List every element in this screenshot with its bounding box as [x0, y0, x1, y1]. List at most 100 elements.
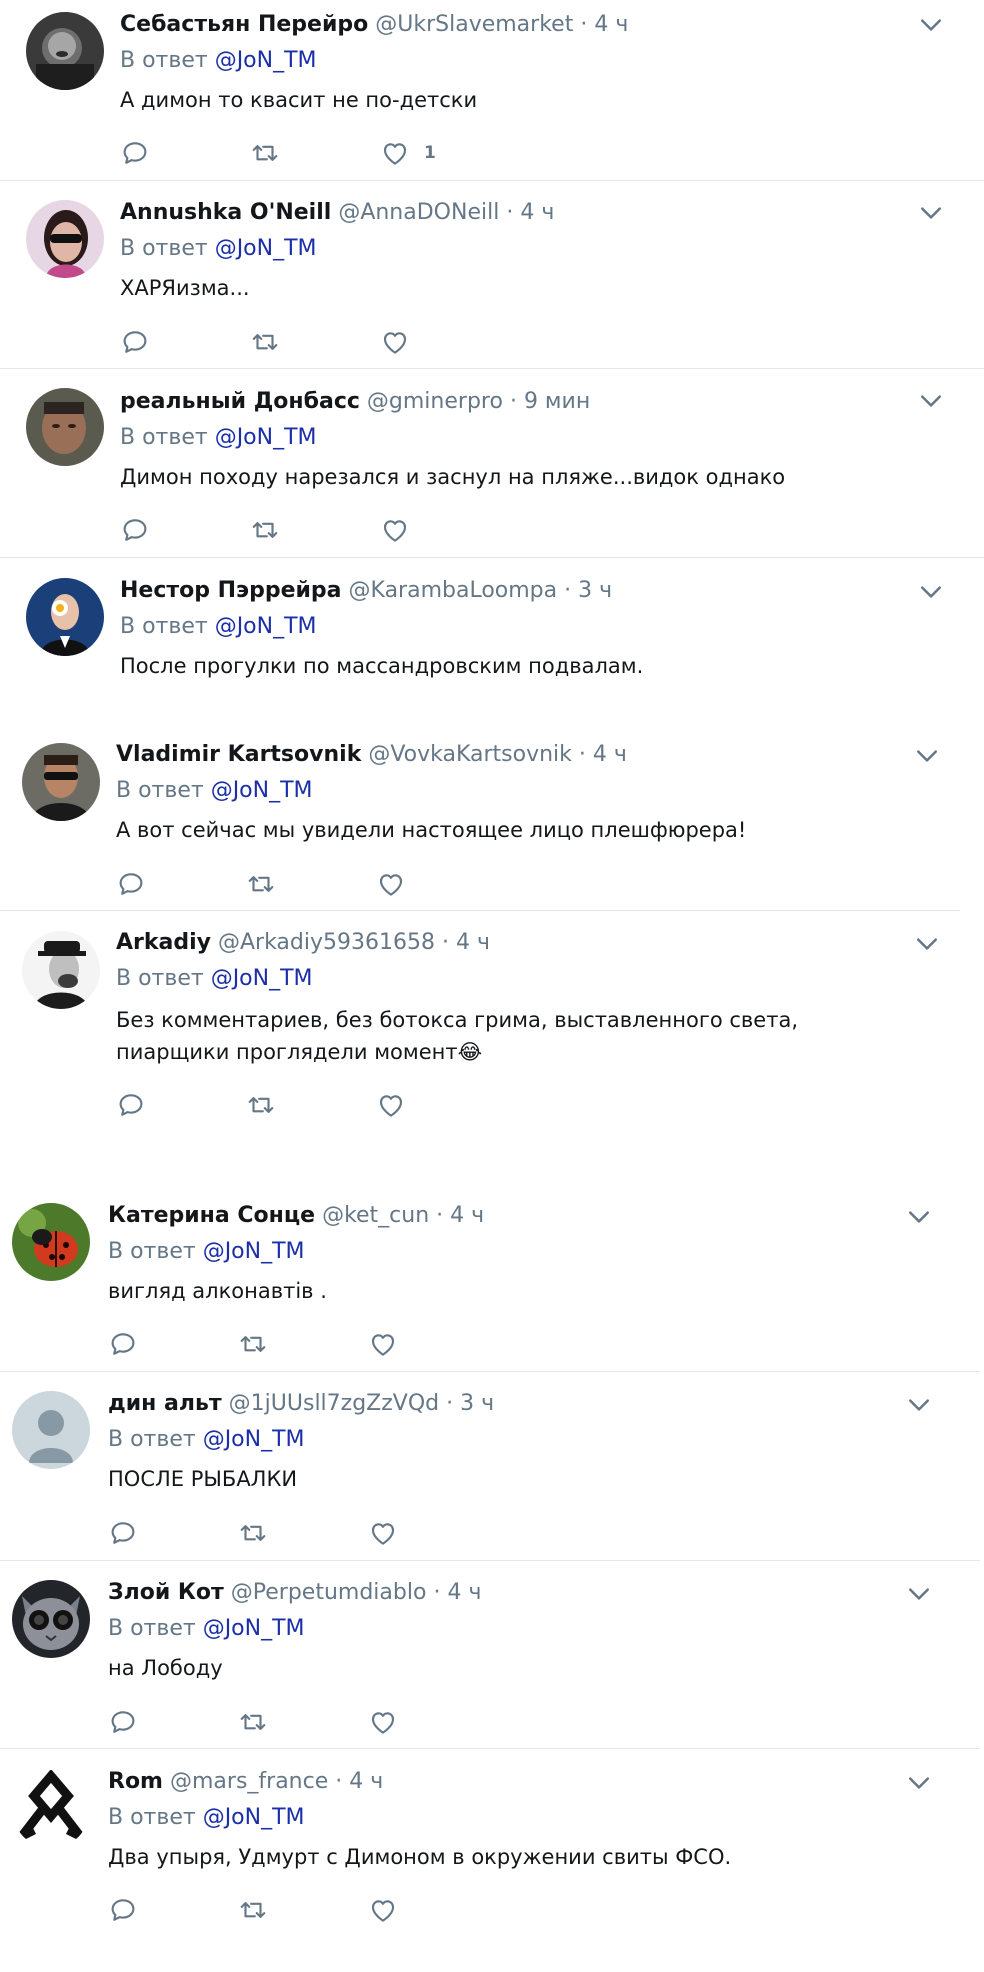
- author-handle[interactable]: @VovkaKartsovnik: [368, 742, 572, 767]
- chevron-down-icon[interactable]: [916, 10, 946, 40]
- like-button[interactable]: [376, 869, 420, 899]
- author-name[interactable]: Катерина Сонце: [108, 1203, 315, 1228]
- retweet-button[interactable]: [238, 1895, 268, 1925]
- timestamp[interactable]: 3 ч: [578, 578, 612, 603]
- tweet-actions: [108, 1707, 508, 1737]
- avatar[interactable]: [22, 743, 100, 821]
- retweet-button[interactable]: [238, 1329, 268, 1359]
- reply-button[interactable]: [120, 327, 150, 357]
- mention-link[interactable]: @JoN_TM: [203, 1239, 305, 1264]
- mention-link[interactable]: @JoN_TM: [215, 48, 317, 73]
- author-handle[interactable]: @Perpetumdiablo: [231, 1580, 427, 1605]
- reply-button[interactable]: [108, 1518, 138, 1548]
- tweet-divider: [0, 557, 984, 558]
- timestamp[interactable]: 3 ч: [460, 1391, 494, 1416]
- reply-icon: [116, 869, 146, 899]
- avatar[interactable]: [26, 578, 104, 656]
- like-button[interactable]: [376, 1090, 420, 1120]
- chevron-down-icon[interactable]: [916, 198, 946, 228]
- timestamp[interactable]: 9 мин: [524, 389, 590, 414]
- retweet-button[interactable]: [250, 515, 280, 545]
- timestamp[interactable]: 4 ч: [594, 12, 628, 37]
- tweet-header: Себастьян Перейро @UkrSlavemarket · 4 ч: [120, 12, 628, 38]
- like-button[interactable]: 1: [380, 138, 436, 168]
- avatar[interactable]: [22, 931, 100, 1009]
- reply-button[interactable]: [120, 515, 150, 545]
- reply-button[interactable]: [120, 138, 150, 168]
- chevron-down-icon[interactable]: [904, 1202, 934, 1232]
- tweet-header: Нестор Пэррейра @KarambaLoompa · 3 ч: [120, 578, 612, 604]
- author-name[interactable]: Нестор Пэррейра: [120, 578, 342, 603]
- author-name[interactable]: реальный Донбасс: [120, 389, 360, 414]
- chevron-down-icon[interactable]: [904, 1390, 934, 1420]
- reply-prefix: В ответ: [120, 425, 208, 450]
- reply-icon: [116, 1090, 146, 1120]
- avatar[interactable]: [12, 1391, 90, 1469]
- mention-link[interactable]: @JoN_TM: [215, 614, 317, 639]
- retweet-button[interactable]: [238, 1707, 268, 1737]
- like-button[interactable]: [368, 1518, 412, 1548]
- reply-button[interactable]: [108, 1895, 138, 1925]
- chevron-down-icon[interactable]: [912, 929, 942, 959]
- timestamp[interactable]: 4 ч: [520, 200, 554, 225]
- mention-link[interactable]: @JoN_TM: [215, 425, 317, 450]
- tweet-header: Злой Кот @Perpetumdiablo · 4 ч: [108, 1580, 481, 1606]
- author-name[interactable]: Annushka O'Neill: [120, 200, 331, 225]
- reply-button[interactable]: [108, 1329, 138, 1359]
- author-name[interactable]: дин альт: [108, 1391, 222, 1416]
- author-name[interactable]: Злой Кот: [108, 1580, 224, 1605]
- retweet-icon: [246, 1090, 276, 1120]
- avatar[interactable]: [26, 12, 104, 90]
- retweet-button[interactable]: [250, 327, 280, 357]
- retweet-button[interactable]: [250, 138, 280, 168]
- author-handle[interactable]: @Arkadiy59361658: [218, 930, 435, 955]
- author-name[interactable]: Arkadiy: [116, 930, 211, 955]
- avatar[interactable]: [12, 1580, 90, 1658]
- tweet-header: Катерина Сонце @ket_cun · 4 ч: [108, 1203, 484, 1229]
- reply-icon: [108, 1895, 138, 1925]
- mention-link[interactable]: @JoN_TM: [211, 966, 313, 991]
- like-button[interactable]: [368, 1707, 412, 1737]
- avatar[interactable]: [26, 200, 104, 278]
- mention-link[interactable]: @JoN_TM: [215, 236, 317, 261]
- like-button[interactable]: [380, 515, 424, 545]
- chevron-down-icon[interactable]: [904, 1768, 934, 1798]
- reply-button[interactable]: [108, 1707, 138, 1737]
- avatar[interactable]: [12, 1770, 90, 1848]
- timestamp[interactable]: 4 ч: [456, 930, 490, 955]
- chevron-down-icon[interactable]: [916, 577, 946, 607]
- author-handle[interactable]: @UkrSlavemarket: [375, 12, 573, 37]
- avatar[interactable]: [12, 1203, 90, 1281]
- author-handle[interactable]: @gminerpro: [367, 389, 503, 414]
- retweet-button[interactable]: [246, 869, 276, 899]
- mention-link[interactable]: @JoN_TM: [203, 1427, 305, 1452]
- timestamp[interactable]: 4 ч: [349, 1769, 383, 1794]
- author-handle[interactable]: @ket_cun: [322, 1203, 429, 1228]
- reply-button[interactable]: [116, 1090, 146, 1120]
- like-button[interactable]: [368, 1329, 412, 1359]
- author-name[interactable]: Себастьян Перейро: [120, 12, 368, 37]
- author-name[interactable]: Vladimir Kartsovnik: [116, 742, 361, 767]
- like-button[interactable]: [380, 327, 424, 357]
- tweet-text: Два упыря, Удмурт с Димоном в окружении …: [108, 1845, 732, 1869]
- author-handle[interactable]: @AnnaDONeill: [338, 200, 499, 225]
- reply-button[interactable]: [116, 869, 146, 899]
- retweet-button[interactable]: [246, 1090, 276, 1120]
- reply-icon: [108, 1707, 138, 1737]
- avatar[interactable]: [26, 388, 104, 466]
- timestamp[interactable]: 4 ч: [450, 1203, 484, 1228]
- chevron-down-icon[interactable]: [912, 741, 942, 771]
- timestamp[interactable]: 4 ч: [447, 1580, 481, 1605]
- author-handle[interactable]: @mars_france: [170, 1769, 328, 1794]
- author-name[interactable]: Rom: [108, 1769, 163, 1794]
- author-handle[interactable]: @1jUUsll7zgZzVQd: [229, 1391, 439, 1416]
- timestamp[interactable]: 4 ч: [593, 742, 627, 767]
- mention-link[interactable]: @JoN_TM: [203, 1616, 305, 1641]
- chevron-down-icon[interactable]: [904, 1579, 934, 1609]
- mention-link[interactable]: @JoN_TM: [203, 1805, 305, 1830]
- retweet-button[interactable]: [238, 1518, 268, 1548]
- mention-link[interactable]: @JoN_TM: [211, 778, 313, 803]
- like-button[interactable]: [368, 1895, 412, 1925]
- chevron-down-icon[interactable]: [916, 386, 946, 416]
- author-handle[interactable]: @KarambaLoompa: [349, 578, 558, 603]
